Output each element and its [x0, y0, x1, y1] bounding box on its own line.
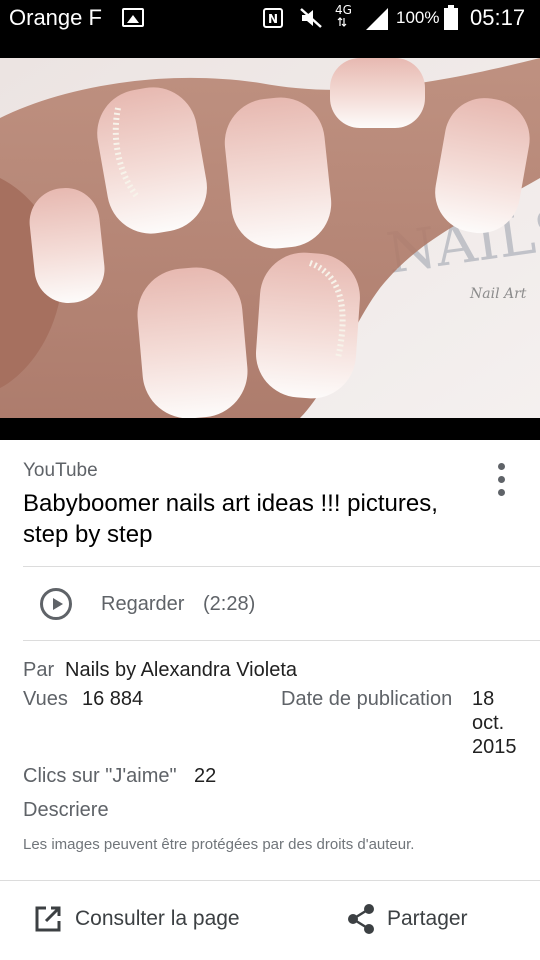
views-key: Vues: [23, 688, 68, 710]
divider: [0, 880, 540, 881]
svg-text:Nail Art: Nail Art: [469, 286, 527, 302]
divider: [23, 566, 540, 567]
author-key: Par: [23, 659, 55, 681]
describe-label[interactable]: Descriere: [23, 799, 109, 821]
watch-label: Regarder: [101, 593, 185, 615]
publish-date-value: 18 oct. 2015: [472, 688, 517, 758]
author-value: Nails by Alexandra Violeta: [65, 659, 297, 681]
publish-date-key: Date de publication: [281, 688, 453, 710]
open-external-icon: [35, 906, 61, 932]
watch-video-button[interactable]: Regarder (2:28): [23, 568, 540, 640]
signal-icon: 4G: [335, 3, 388, 30]
more-options-icon: [498, 463, 505, 470]
carrier-name: Orange F: [9, 5, 102, 30]
status-bar: Orange F N 4G 100% 05:17: [0, 0, 540, 36]
share-button[interactable]: Partager: [340, 892, 500, 944]
clock: 05:17: [470, 5, 526, 30]
visit-page-button[interactable]: Consulter la page: [23, 892, 263, 944]
nail-art-photo: NAILS Nail Art: [0, 58, 540, 418]
battery-icon: [444, 5, 458, 30]
share-icon: [348, 904, 374, 934]
play-icon: [40, 588, 72, 620]
gallery-notification-icon: [122, 8, 144, 27]
video-duration: (2:28): [203, 593, 256, 615]
views-value: 16 884: [82, 688, 144, 710]
battery-percentage: 100%: [396, 8, 440, 27]
source-label[interactable]: YouTube: [23, 460, 98, 482]
divider: [23, 640, 540, 641]
page-title[interactable]: Babyboomer nails art ideas !!! pictures,…: [23, 488, 463, 550]
likes-key: Clics sur "J'aime": [23, 765, 177, 787]
network-type-label: 4G: [335, 3, 352, 17]
image-preview[interactable]: NAILS Nail Art: [0, 36, 540, 440]
mute-icon: [300, 8, 322, 28]
visit-page-label: Consulter la page: [75, 907, 240, 930]
nfc-icon: N: [263, 8, 283, 28]
more-options-button[interactable]: [488, 460, 516, 500]
svg-text:N: N: [268, 12, 278, 26]
likes-value: 22: [194, 765, 217, 787]
copyright-notice: Les images peuvent être protégées par de…: [23, 836, 415, 853]
share-label: Partager: [387, 907, 468, 930]
